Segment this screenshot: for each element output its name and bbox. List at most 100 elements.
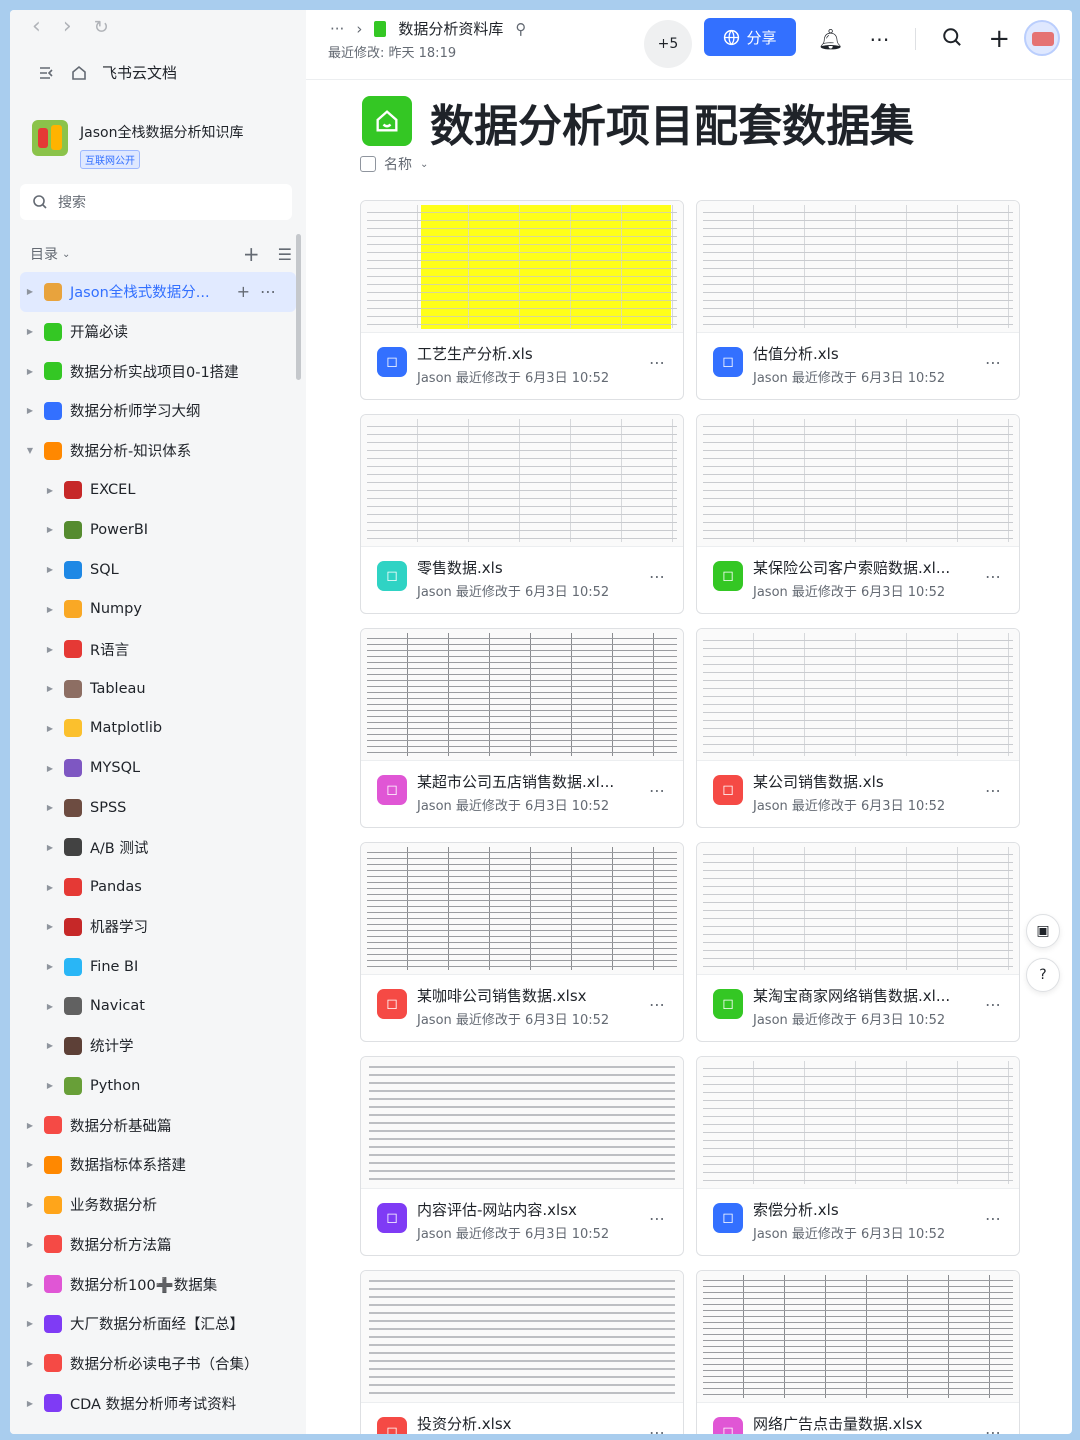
- file-thumbnail[interactable]: [361, 629, 683, 761]
- file-name[interactable]: 某超市公司五店销售数据.xl...: [417, 771, 627, 792]
- home-link[interactable]: 飞书云文档: [38, 62, 177, 83]
- file-thumbnail[interactable]: [697, 1057, 1019, 1189]
- expand-arrow-icon[interactable]: ▶: [24, 406, 36, 415]
- expand-arrow-icon[interactable]: ▶: [24, 287, 36, 296]
- expand-arrow-icon[interactable]: ▶: [44, 764, 56, 773]
- item-actions[interactable]: +⋯: [237, 282, 286, 301]
- chevron-down-icon[interactable]: ⌄: [420, 159, 428, 170]
- toc-item[interactable]: ▶ EXCEL: [20, 470, 296, 510]
- file-card[interactable]: ◻ 估值分析.xls Jason 最近修改于 6月3日 10:52 ⋯: [696, 200, 1020, 400]
- forward-icon[interactable]: ›: [63, 14, 72, 39]
- document-icon[interactable]: ▣: [1026, 914, 1060, 948]
- file-thumbnail[interactable]: [361, 1271, 683, 1403]
- file-thumbnail[interactable]: [697, 415, 1019, 547]
- toc-item[interactable]: ▶ Python: [20, 1066, 296, 1106]
- expand-arrow-icon[interactable]: ▶: [44, 803, 56, 812]
- expand-arrow-icon[interactable]: ▶: [24, 1160, 36, 1169]
- toc-item[interactable]: ▶ Tableau: [20, 669, 296, 709]
- file-card[interactable]: ◻ 某淘宝商家网络销售数据.xl... Jason 最近修改于 6月3日 10:52…: [696, 842, 1020, 1042]
- file-card[interactable]: ◻ 内容评估-网站内容.xlsx Jason 最近修改于 6月3日 10:52 ⋯: [360, 1056, 684, 1256]
- toc-label[interactable]: 目录: [30, 244, 58, 264]
- expand-arrow-icon[interactable]: ▶: [44, 962, 56, 971]
- file-card[interactable]: ◻ 某咖啡公司销售数据.xlsx Jason 最近修改于 6月3日 10:52 ⋯: [360, 842, 684, 1042]
- toc-item[interactable]: ▶ 数据分析师学习大纲: [20, 391, 296, 431]
- toc-item[interactable]: ▶ R语言: [20, 629, 296, 669]
- collapse-sidebar-icon[interactable]: [38, 64, 56, 82]
- toc-item[interactable]: ▶ 数据指标体系搭建: [20, 1145, 296, 1185]
- expand-arrow-icon[interactable]: ▶: [44, 883, 56, 892]
- expand-arrow-icon[interactable]: ▶: [44, 724, 56, 733]
- more-options-icon[interactable]: ⋯: [649, 995, 665, 1014]
- file-name[interactable]: 估值分析.xls: [753, 343, 963, 364]
- help-icon[interactable]: ?: [1026, 958, 1060, 992]
- file-name[interactable]: 投资分析.xlsx: [417, 1413, 627, 1434]
- more-options-icon[interactable]: ⋯: [985, 781, 1001, 800]
- expand-arrow-icon[interactable]: ▶: [24, 367, 36, 376]
- expand-arrow-icon[interactable]: ▶: [24, 1121, 36, 1130]
- file-card[interactable]: ◻ 索偿分析.xls Jason 最近修改于 6月3日 10:52 ⋯: [696, 1056, 1020, 1256]
- more-options-icon[interactable]: ⋯: [649, 353, 665, 372]
- more-options-icon[interactable]: ⋯: [985, 353, 1001, 372]
- toc-item[interactable]: ▶ Fine BI: [20, 947, 296, 987]
- add-icon[interactable]: +: [243, 242, 260, 266]
- plus-icon[interactable]: +: [988, 24, 1010, 54]
- more-options-icon[interactable]: ⋯: [649, 1209, 665, 1228]
- file-name[interactable]: 零售数据.xls: [417, 557, 627, 578]
- sort-label[interactable]: 名称: [384, 154, 412, 174]
- sidebar-scrollbar[interactable]: [296, 234, 301, 380]
- pin-icon[interactable]: ⚲: [515, 20, 526, 38]
- toc-item[interactable]: ▶ Numpy: [20, 590, 296, 630]
- share-button[interactable]: 分享: [704, 18, 796, 56]
- more-options-icon[interactable]: ⋯: [649, 1423, 665, 1434]
- breadcrumb-more[interactable]: ···: [330, 20, 344, 38]
- expand-arrow-icon[interactable]: ▶: [44, 922, 56, 931]
- toc-item[interactable]: ▶ 开篇必读: [20, 312, 296, 352]
- toc-item[interactable]: ▶ Pandas: [20, 867, 296, 907]
- more-icon[interactable]: ⋯: [869, 27, 889, 51]
- expand-arrow-icon[interactable]: ▶: [24, 1240, 36, 1249]
- toc-item[interactable]: ▶ 机器学习: [20, 907, 296, 947]
- expand-arrow-icon[interactable]: ▶: [44, 565, 56, 574]
- toc-item[interactable]: ▶ PowerBI: [20, 510, 296, 550]
- expand-arrow-icon[interactable]: ▶: [44, 605, 56, 614]
- file-name[interactable]: 某淘宝商家网络销售数据.xl...: [753, 985, 963, 1006]
- toc-item[interactable]: ▶ CDA 数据分析师考试资料: [20, 1383, 296, 1423]
- file-thumbnail[interactable]: [697, 843, 1019, 975]
- toc-item[interactable]: ▶ Jason全栈式数据分... +⋯: [20, 272, 296, 312]
- file-name[interactable]: 网络广告点击量数据.xlsx: [753, 1413, 963, 1434]
- file-card[interactable]: ◻ 某超市公司五店销售数据.xl... Jason 最近修改于 6月3日 10:52…: [360, 628, 684, 828]
- more-options-icon[interactable]: ⋯: [985, 567, 1001, 586]
- expand-arrow-icon[interactable]: ▶: [24, 1399, 36, 1408]
- file-thumbnail[interactable]: [361, 1057, 683, 1189]
- knowledge-base-header[interactable]: Jason全栈数据分析知识库 互联网公开: [32, 120, 243, 169]
- file-card[interactable]: ◻ 工艺生产分析.xls Jason 最近修改于 6月3日 10:52 ⋯: [360, 200, 684, 400]
- outline-icon[interactable]: ☰: [278, 245, 292, 264]
- toc-item[interactable]: ▶ 数据分析基础篇: [20, 1105, 296, 1145]
- search-box[interactable]: 搜索: [20, 184, 292, 220]
- toc-item[interactable]: ▶ SPSS: [20, 788, 296, 828]
- toc-item[interactable]: ▶ A/B 测试: [20, 828, 296, 868]
- toc-item[interactable]: ▶ 数据分析实战项目0-1搭建: [20, 351, 296, 391]
- search-icon[interactable]: [942, 27, 962, 52]
- toc-item[interactable]: ▶ 数据分析方法篇: [20, 1225, 296, 1265]
- select-all-checkbox[interactable]: [360, 156, 376, 172]
- collaborators-count[interactable]: +5: [644, 20, 692, 68]
- expand-arrow-icon[interactable]: ▶: [24, 1200, 36, 1209]
- toc-item[interactable]: ▶ MYSQL: [20, 748, 296, 788]
- expand-arrow-icon[interactable]: ▶: [24, 1359, 36, 1368]
- refresh-icon[interactable]: ↻: [94, 17, 109, 39]
- toc-item[interactable]: ▶ 大厂数据分析面经【汇总】: [20, 1304, 296, 1344]
- file-name[interactable]: 索偿分析.xls: [753, 1199, 963, 1220]
- toc-item[interactable]: ▶ 业务数据分析: [20, 1185, 296, 1225]
- file-card[interactable]: ◻ 零售数据.xls Jason 最近修改于 6月3日 10:52 ⋯: [360, 414, 684, 614]
- back-icon[interactable]: ‹: [32, 14, 41, 39]
- more-options-icon[interactable]: ⋯: [985, 1423, 1001, 1434]
- expand-arrow-icon[interactable]: ▶: [44, 843, 56, 852]
- expand-arrow-icon[interactable]: ▶: [44, 645, 56, 654]
- file-card[interactable]: ◻网络广告点击量数据.xlsxJason 最近修改于 6月3日 10:52⋯: [696, 1270, 1020, 1434]
- avatar[interactable]: [1024, 20, 1060, 56]
- breadcrumb-current[interactable]: 数据分析资料库: [398, 18, 503, 39]
- more-options-icon[interactable]: ⋯: [985, 1209, 1001, 1228]
- file-name[interactable]: 工艺生产分析.xls: [417, 343, 627, 364]
- chevron-down-icon[interactable]: ⌄: [62, 249, 70, 260]
